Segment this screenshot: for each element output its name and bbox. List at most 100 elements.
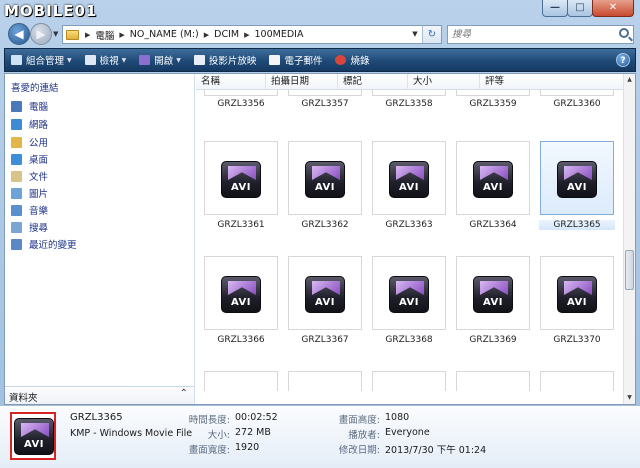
site-logo: MOBILE01 <box>4 2 98 20</box>
computer-icon <box>11 100 22 112</box>
command-toolbar: 組合管理 ▼ 檢視 ▼ 開啟 ▼ 投影片放映 電子郵件 燒錄 ? <box>4 48 636 72</box>
detail-file-name: GRZL3365 <box>70 412 123 423</box>
explorer-window: MOBILE01 #14990 — □ ✕ ◀ ▶ ▼ ▶ 電腦 ▶ NO_NA… <box>0 0 640 468</box>
author-value: Everyone <box>385 427 430 438</box>
fav-link-music[interactable]: 音樂 <box>11 202 48 218</box>
address-bar[interactable]: ▶ 電腦 ▶ NO_NAME (M:) ▶ DCIM ▶ 100MEDIA ▼ … <box>62 25 442 44</box>
file-tile[interactable]: GRZL3360 <box>539 90 615 109</box>
breadcrumb-drive[interactable]: NO_NAME (M:) <box>127 29 202 40</box>
file-tile[interactable]: GRZL3357 <box>287 90 363 109</box>
thumbnail: AVI <box>204 256 278 330</box>
file-tile[interactable]: GRZL3356 <box>203 90 279 109</box>
fav-link-network[interactable]: 網路 <box>11 116 48 132</box>
file-list-area: 名稱 拍攝日期 標記 大小 評等 GRZL3356 GRZL3357 GRZL3… <box>196 74 635 404</box>
fav-link-desktop[interactable]: 桌面 <box>11 151 48 167</box>
burn-button[interactable]: 燒錄 <box>329 50 376 70</box>
file-name: GRZL3363 <box>385 220 433 230</box>
breadcrumb-separator[interactable]: ▶ <box>83 31 92 39</box>
file-name: GRZL3369 <box>469 335 517 345</box>
file-tile[interactable] <box>371 371 447 391</box>
file-name: GRZL3358 <box>385 99 433 109</box>
thumbnail <box>540 90 614 96</box>
breadcrumb-separator[interactable]: ▶ <box>202 31 211 39</box>
column-name[interactable]: 名稱 <box>196 74 266 90</box>
pictures-icon <box>11 187 22 199</box>
burn-icon <box>335 55 347 65</box>
maximize-button[interactable]: □ <box>567 0 593 17</box>
file-tile[interactable]: AVI GRZL3368 <box>371 256 447 345</box>
modified-label: 修改日期: <box>338 445 380 456</box>
forward-button[interactable]: ▶ <box>30 23 52 45</box>
file-tile-selected[interactable]: AVI GRZL3365 <box>539 141 615 230</box>
public-folder-icon <box>11 136 22 148</box>
file-tile[interactable] <box>455 371 531 391</box>
frame-width-value: 1920 <box>235 442 260 453</box>
navigation-pane: 喜愛的連結 電腦 網路 公用 桌面 文件 圖片 音樂 搜尋 最近的變更 資料夾 … <box>5 74 195 404</box>
avi-file-icon: AVI <box>221 161 261 198</box>
breadcrumb-dcim[interactable]: DCIM <box>211 29 242 40</box>
folders-label: 資料夾 <box>9 393 38 404</box>
fav-link-searches[interactable]: 搜尋 <box>11 219 48 235</box>
address-row: ◀ ▶ ▼ ▶ 電腦 ▶ NO_NAME (M:) ▶ DCIM ▶ 100ME… <box>0 22 640 46</box>
file-tile[interactable]: AVI GRZL3363 <box>371 141 447 230</box>
folders-toggle[interactable]: 資料夾 ⌃ <box>5 386 194 404</box>
file-tile[interactable] <box>539 371 615 391</box>
file-tile[interactable]: AVI GRZL3367 <box>287 256 363 345</box>
breadcrumb-100media[interactable]: 100MEDIA <box>252 29 307 40</box>
chevron-down-icon: ▼ <box>121 56 127 64</box>
scroll-down-arrow[interactable]: ▼ <box>624 392 635 404</box>
column-size[interactable]: 大小 <box>408 74 480 90</box>
file-tile[interactable]: AVI GRZL3362 <box>287 141 363 230</box>
breadcrumb-separator[interactable]: ▶ <box>242 31 251 39</box>
thumbnail <box>288 90 362 96</box>
address-dropdown-icon[interactable]: ▼ <box>409 26 421 43</box>
file-tile[interactable] <box>287 371 363 391</box>
search-input[interactable] <box>448 26 608 43</box>
scroll-up-arrow[interactable]: ▲ <box>624 74 635 86</box>
views-button[interactable]: 檢視 ▼ <box>79 50 134 70</box>
file-tile[interactable]: AVI GRZL3370 <box>539 256 615 345</box>
file-tile[interactable]: AVI GRZL3366 <box>203 256 279 345</box>
avi-file-icon: AVI <box>389 276 429 313</box>
close-button[interactable]: ✕ <box>592 0 634 17</box>
duration-value: 00:02:52 <box>235 412 278 423</box>
fav-link-public[interactable]: 公用 <box>11 134 48 150</box>
fav-link-documents[interactable]: 文件 <box>11 168 48 184</box>
open-button[interactable]: 開啟 ▼ <box>133 50 188 70</box>
frame-width-label: 畫面寬度: <box>188 445 230 456</box>
email-button[interactable]: 電子郵件 <box>263 50 329 70</box>
file-tile[interactable]: AVI GRZL3361 <box>203 141 279 230</box>
vertical-scrollbar[interactable]: ▲ ▼ <box>623 74 635 404</box>
avi-file-icon: AVI <box>221 276 261 313</box>
scroll-thumb[interactable] <box>625 250 634 290</box>
help-button[interactable]: ? <box>616 53 630 67</box>
column-tags[interactable]: 標記 <box>338 74 408 90</box>
search-icon[interactable] <box>619 28 629 38</box>
organize-button[interactable]: 組合管理 ▼ <box>5 50 79 70</box>
fav-link-label: 文件 <box>29 172 49 183</box>
slideshow-button[interactable]: 投影片放映 <box>188 50 264 70</box>
file-tile[interactable]: AVI GRZL3369 <box>455 256 531 345</box>
chevron-up-icon: ⌃ <box>179 388 188 399</box>
back-button[interactable]: ◀ <box>8 23 30 45</box>
refresh-button[interactable]: ↻ <box>422 26 441 43</box>
breadcrumb-separator[interactable]: ▶ <box>117 31 126 39</box>
avi-file-icon: AVI <box>557 276 597 313</box>
column-rating[interactable]: 評等 <box>480 74 623 90</box>
file-name: GRZL3366 <box>217 335 265 345</box>
file-tile[interactable]: AVI GRZL3364 <box>455 141 531 230</box>
thumbnail <box>372 90 446 96</box>
fav-link-recent[interactable]: 最近的變更 <box>11 236 77 252</box>
file-tile[interactable]: GRZL3359 <box>455 90 531 109</box>
column-date-taken[interactable]: 拍攝日期 <box>266 74 338 90</box>
file-tile[interactable] <box>203 371 279 391</box>
recent-pages-dropdown[interactable]: ▼ <box>53 30 58 38</box>
minimize-button[interactable]: — <box>542 0 568 17</box>
avi-file-icon: AVI <box>305 276 345 313</box>
file-tile[interactable]: GRZL3358 <box>371 90 447 109</box>
fav-link-computer[interactable]: 電腦 <box>11 98 48 114</box>
breadcrumb-computer[interactable]: 電腦 <box>92 28 117 42</box>
fav-link-label: 網路 <box>29 120 49 131</box>
music-icon <box>11 204 22 216</box>
fav-link-pictures[interactable]: 圖片 <box>11 185 48 201</box>
